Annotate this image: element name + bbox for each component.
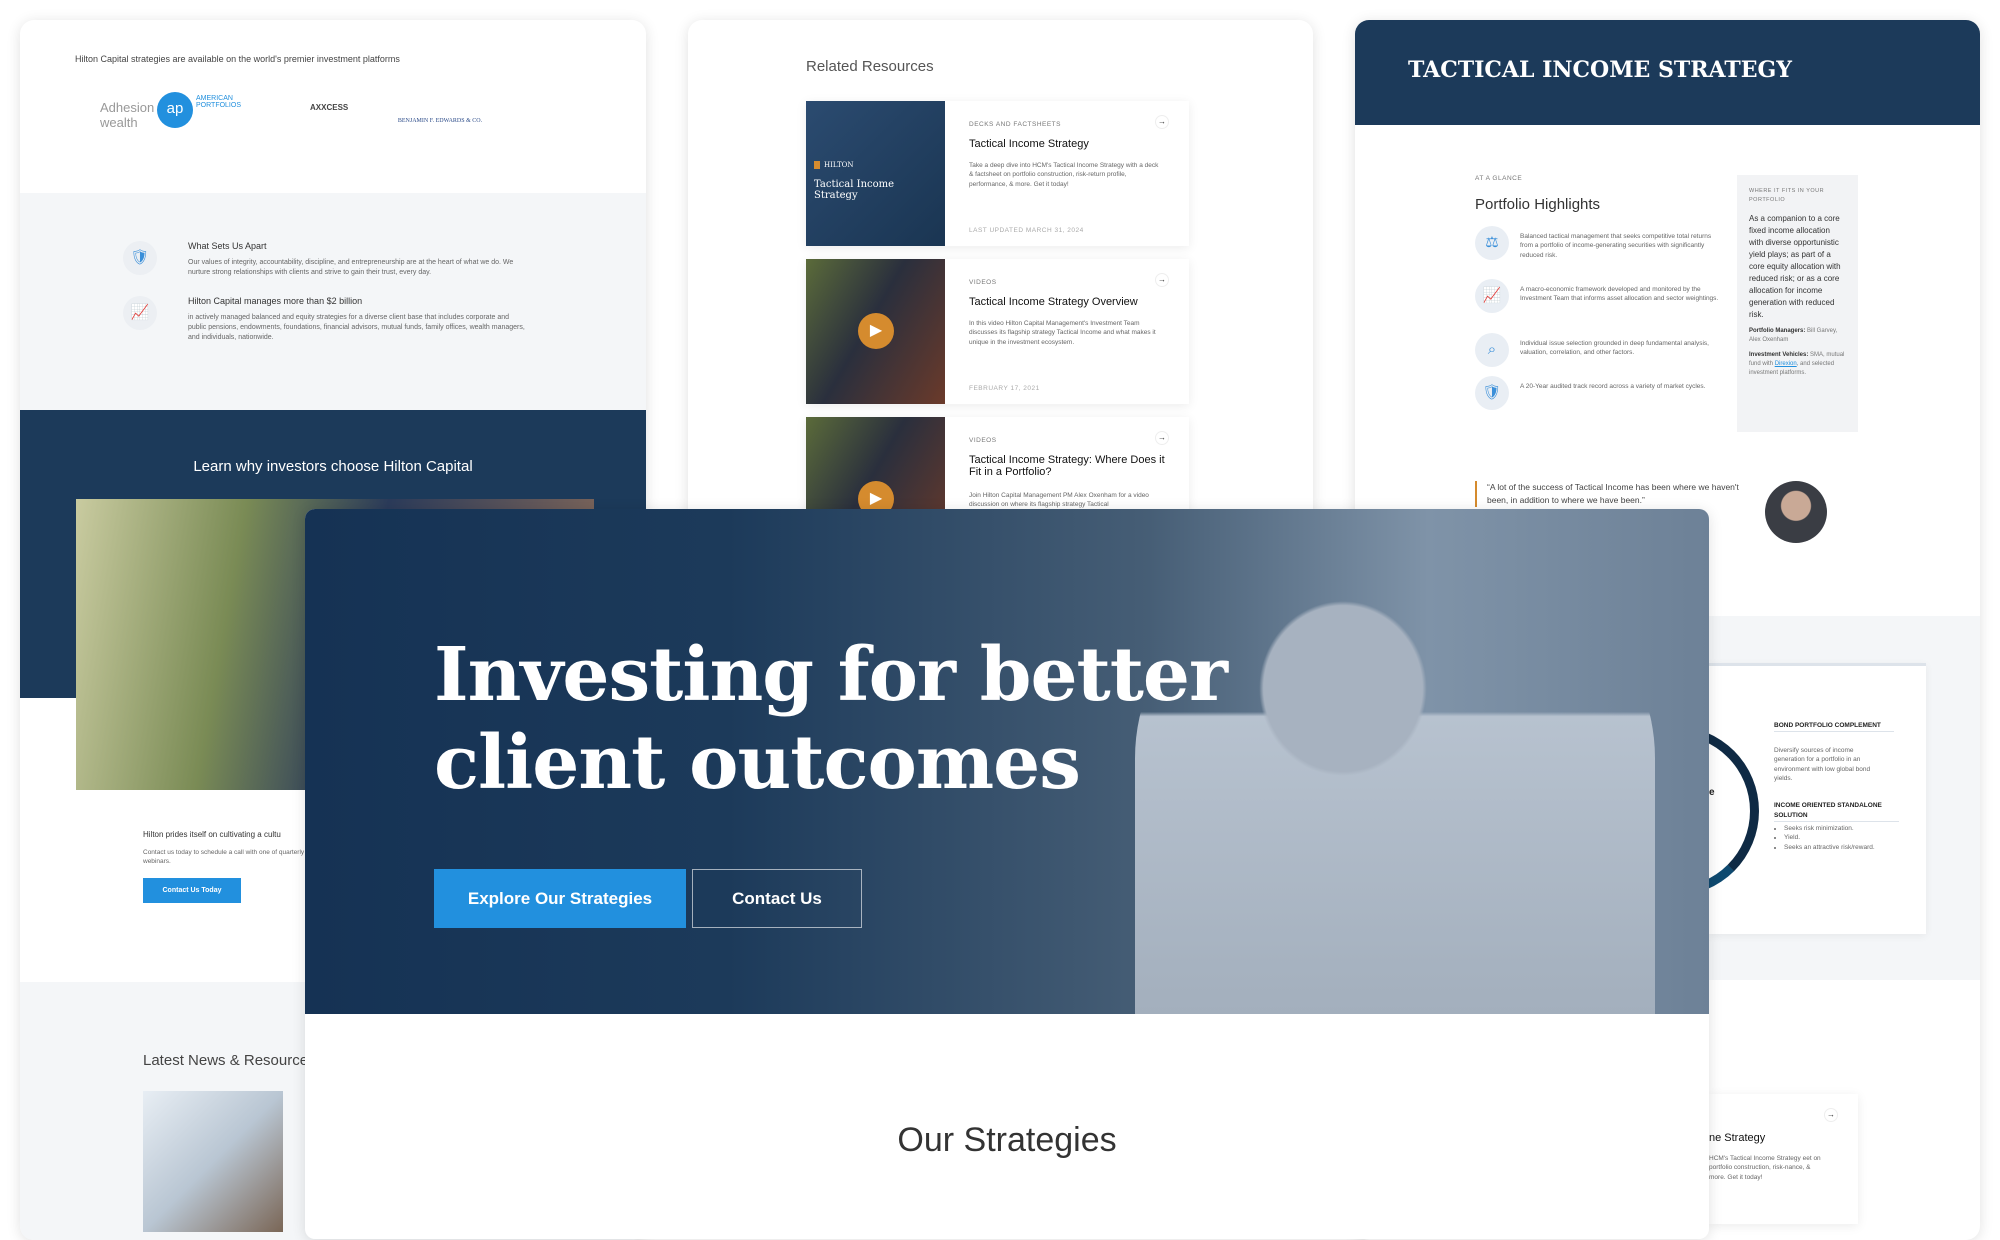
- arrow-right-icon[interactable]: →: [1155, 431, 1169, 445]
- play-icon[interactable]: ▶: [858, 313, 894, 349]
- contact-us-button[interactable]: Contact Us: [692, 869, 862, 928]
- strategy-title: TACTICAL INCOME STRATEGY: [1408, 57, 1793, 83]
- thumb-title: Tactical Income Strategy: [814, 179, 895, 201]
- highlight-text: A macro-economic framework developed and…: [1520, 286, 1719, 303]
- card-text: HCM's Tactical Income Strategy eet on po…: [1709, 1155, 1821, 1181]
- shield-check-icon: 🛡: [123, 241, 157, 275]
- card-title: Tactical Income Strategy Overview: [969, 296, 1138, 308]
- logo-american-portfolios-text: AMERICAN PORTFOLIOS: [196, 95, 241, 109]
- hero-headline: Investing for better client outcomes: [434, 632, 1228, 806]
- arrow-right-icon[interactable]: →: [1155, 115, 1169, 129]
- card-category: VIDEOS: [969, 279, 997, 286]
- arrow-right-icon[interactable]: →: [1155, 273, 1169, 287]
- card-category: DECKS AND FACTSHEETS: [969, 121, 1061, 128]
- search-icon: ⌕: [1475, 333, 1509, 367]
- side-eyebrow: WHERE IT FITS IN YOUR PORTFOLIO: [1749, 188, 1825, 203]
- highlight-text: A 20-Year audited track record across a …: [1520, 383, 1706, 390]
- card-title: Tactical Income Strategy: Where Does it …: [969, 454, 1165, 478]
- at-a-glance-label: AT A GLANCE: [1475, 175, 1523, 182]
- card-text: Take a deep dive into HCM's Tactical Inc…: [969, 162, 1159, 188]
- fit-diagram-card: e BOND PORTFOLIO COMPLEMENT Diversify so…: [1589, 663, 1926, 934]
- news-title: Latest News & Resource: [143, 1052, 309, 1069]
- band-title: Learn why investors choose Hilton Capita…: [193, 458, 473, 475]
- logo-american-portfolios: ap: [157, 92, 193, 128]
- card-title: ne Strategy: [1709, 1132, 1766, 1144]
- our-strategies-title: Our Strategies: [897, 1121, 1117, 1159]
- features-section: 🛡 What Sets Us Apart Our values of integ…: [20, 193, 646, 410]
- contact-us-today-button[interactable]: Contact Us Today: [143, 878, 241, 903]
- strategy-header: TACTICAL INCOME STRATEGY: [1355, 20, 1980, 125]
- card-title: Tactical Income Strategy: [969, 138, 1089, 150]
- hero-preview: Investing for better client outcomes Exp…: [305, 509, 1709, 1239]
- highlight-text: Balanced tactical management that seeks …: [1520, 233, 1712, 259]
- resource-card[interactable]: HILTON Tactical Income Strategy → DECKS …: [806, 101, 1189, 246]
- bond-title: BOND PORTFOLIO COMPLEMENT: [1774, 721, 1894, 732]
- scales-icon: ⚖: [1475, 226, 1509, 260]
- presentation-chart-icon: 📈: [123, 296, 157, 330]
- card-date: LAST UPDATED MARCH 31, 2024: [969, 227, 1084, 234]
- presentation-chart-icon: 📈: [1475, 279, 1509, 313]
- card-text: Join Hilton Capital Management PM Alex O…: [969, 492, 1149, 509]
- explore-strategies-button[interactable]: Explore Our Strategies: [434, 869, 686, 928]
- standalone-list: Seeks risk minimization. Yield. Seeks an…: [1784, 824, 1904, 852]
- feature-text: in actively managed balanced and equity …: [188, 314, 525, 342]
- news-thumbnail[interactable]: [143, 1091, 283, 1232]
- feature-title: Hilton Capital manages more than $2 bill…: [188, 296, 363, 306]
- video-thumbnail: ▶: [806, 259, 945, 404]
- portfolio-fit-box: WHERE IT FITS IN YOUR PORTFOLIO As a com…: [1737, 175, 1858, 432]
- standalone-title: INCOME ORIENTED STANDALONE SOLUTION: [1774, 801, 1899, 822]
- logo-benjamin-edwards: BENJAMIN F. EDWARDS & CO.: [397, 118, 483, 124]
- feature-text: Our values of integrity, accountability,…: [188, 259, 514, 277]
- resource-card[interactable]: → ne Strategy HCM's Tactical Income Stra…: [1709, 1094, 1858, 1224]
- resources-preview: Related Resources HILTON Tactical Income…: [688, 20, 1313, 540]
- related-resources-title: Related Resources: [806, 58, 934, 75]
- culture-text: Contact us today to schedule a call with…: [143, 849, 305, 866]
- direxion-link[interactable]: Direxion: [1775, 361, 1797, 367]
- culture-title: Hilton prides itself on cultivating a cu…: [143, 830, 281, 839]
- logo-axxcess: AXXCESS: [310, 103, 349, 112]
- card-category: VIDEOS: [969, 437, 997, 444]
- highlight-text: Individual issue selection grounded in d…: [1520, 340, 1709, 357]
- arrow-right-icon[interactable]: →: [1824, 1108, 1838, 1122]
- avatar: [1765, 481, 1827, 543]
- thumb-brand: HILTON: [814, 161, 853, 169]
- shield-check-icon: 🛡: [1475, 376, 1509, 410]
- bond-text: Diversify sources of income generation f…: [1774, 747, 1871, 783]
- side-text: As a companion to a core fixed income al…: [1749, 213, 1841, 319]
- quote: “A lot of the success of Tactical Income…: [1475, 481, 1740, 507]
- card-date: FEBRUARY 17, 2021: [969, 385, 1040, 392]
- resource-thumbnail: HILTON Tactical Income Strategy: [806, 101, 945, 246]
- vehicles: Investment Vehicles: SMA, mutual fund wi…: [1749, 351, 1845, 376]
- platforms-heading: Hilton Capital strategies are available …: [75, 54, 400, 64]
- card-text: In this video Hilton Capital Management'…: [969, 320, 1156, 346]
- diagram-fragment: e: [1709, 787, 1715, 798]
- portfolio-highlights-title: Portfolio Highlights: [1475, 196, 1601, 213]
- managers: Portfolio Managers: Bill Garvey, Alex Ox…: [1749, 327, 1838, 343]
- resource-card[interactable]: ▶ → VIDEOS Tactical Income Strategy Over…: [806, 259, 1189, 404]
- feature-title: What Sets Us Apart: [188, 241, 267, 251]
